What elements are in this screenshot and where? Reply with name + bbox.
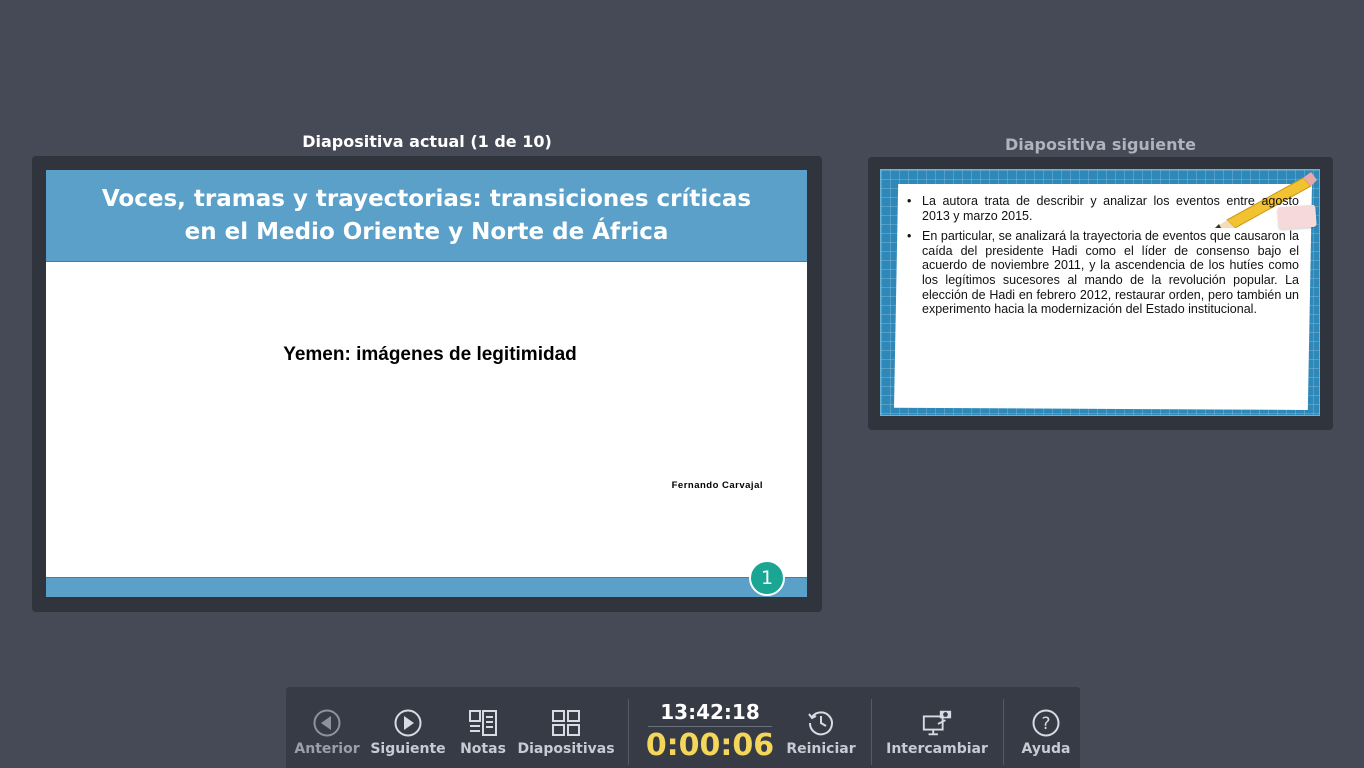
current-slide[interactable]: Voces, tramas y trayectorias: transicion… [46,170,807,597]
bullet-item: En particular, se analizará la trayector… [907,229,1299,317]
bullet-item: La autora trata de describir y analizar … [907,194,1299,223]
swap-label: Intercambiar [886,741,988,757]
clock-divider [648,726,772,727]
slide-author: Fernando Carvajal [671,480,763,491]
next-label: Siguiente [370,741,446,757]
toolbar-divider [628,699,629,765]
restart-label: Reiniciar [786,741,856,757]
next-button[interactable]: Siguiente [370,687,446,768]
elapsed-timer: 0:00:06 [645,728,775,763]
next-icon [392,707,424,739]
next-slide-caption: Diapositiva siguiente [1004,135,1197,154]
previous-label: Anterior [294,741,360,757]
help-button[interactable]: ? Ayuda [1016,687,1076,768]
help-label: Ayuda [1021,741,1071,757]
slide-header-band: Voces, tramas y trayectorias: transicion… [46,170,807,262]
history-icon [805,707,837,739]
notes-button[interactable]: Notas [456,687,510,768]
slide-footer-band [46,577,807,597]
clock-time: 13:42:18 [660,700,760,724]
slide-number-badge: 1 [749,560,785,596]
previous-icon [311,707,343,739]
next-slide-preview[interactable]: La autora trata de describir y analizar … [880,169,1320,416]
next-slide-bullets: La autora trata de describir y analizar … [907,194,1299,323]
help-icon: ? [1030,707,1062,739]
notes-icon [467,707,499,739]
slides-button[interactable]: Diapositivas [517,687,615,768]
current-slide-caption: Diapositiva actual (1 de 10) [302,132,552,151]
swap-button[interactable]: Intercambiar [886,687,988,768]
previous-button[interactable]: Anterior [294,687,360,768]
notes-label: Notas [460,741,506,757]
current-slide-panel: Voces, tramas y trayectorias: transicion… [32,156,822,612]
slide-grid-icon [550,707,582,739]
next-slide-panel: La autora trata de describir y analizar … [868,157,1333,430]
toolbar-divider [1003,699,1004,765]
slide-title: Voces, tramas y trayectorias: transicion… [101,185,752,245]
slides-label: Diapositivas [517,741,615,757]
toolbar-divider [871,699,872,765]
presenter-toolbar: Anterior Siguiente Notas Diapositivas 13… [286,687,1080,768]
restart-button[interactable]: Reiniciar [786,687,856,768]
slide-subtitle: Yemen: imágenes de legitimidad [283,344,577,365]
svg-text:?: ? [1041,714,1050,734]
presenter-console: Diapositiva actual (1 de 10) Voces, tram… [0,0,1364,768]
swap-displays-icon [921,707,953,739]
